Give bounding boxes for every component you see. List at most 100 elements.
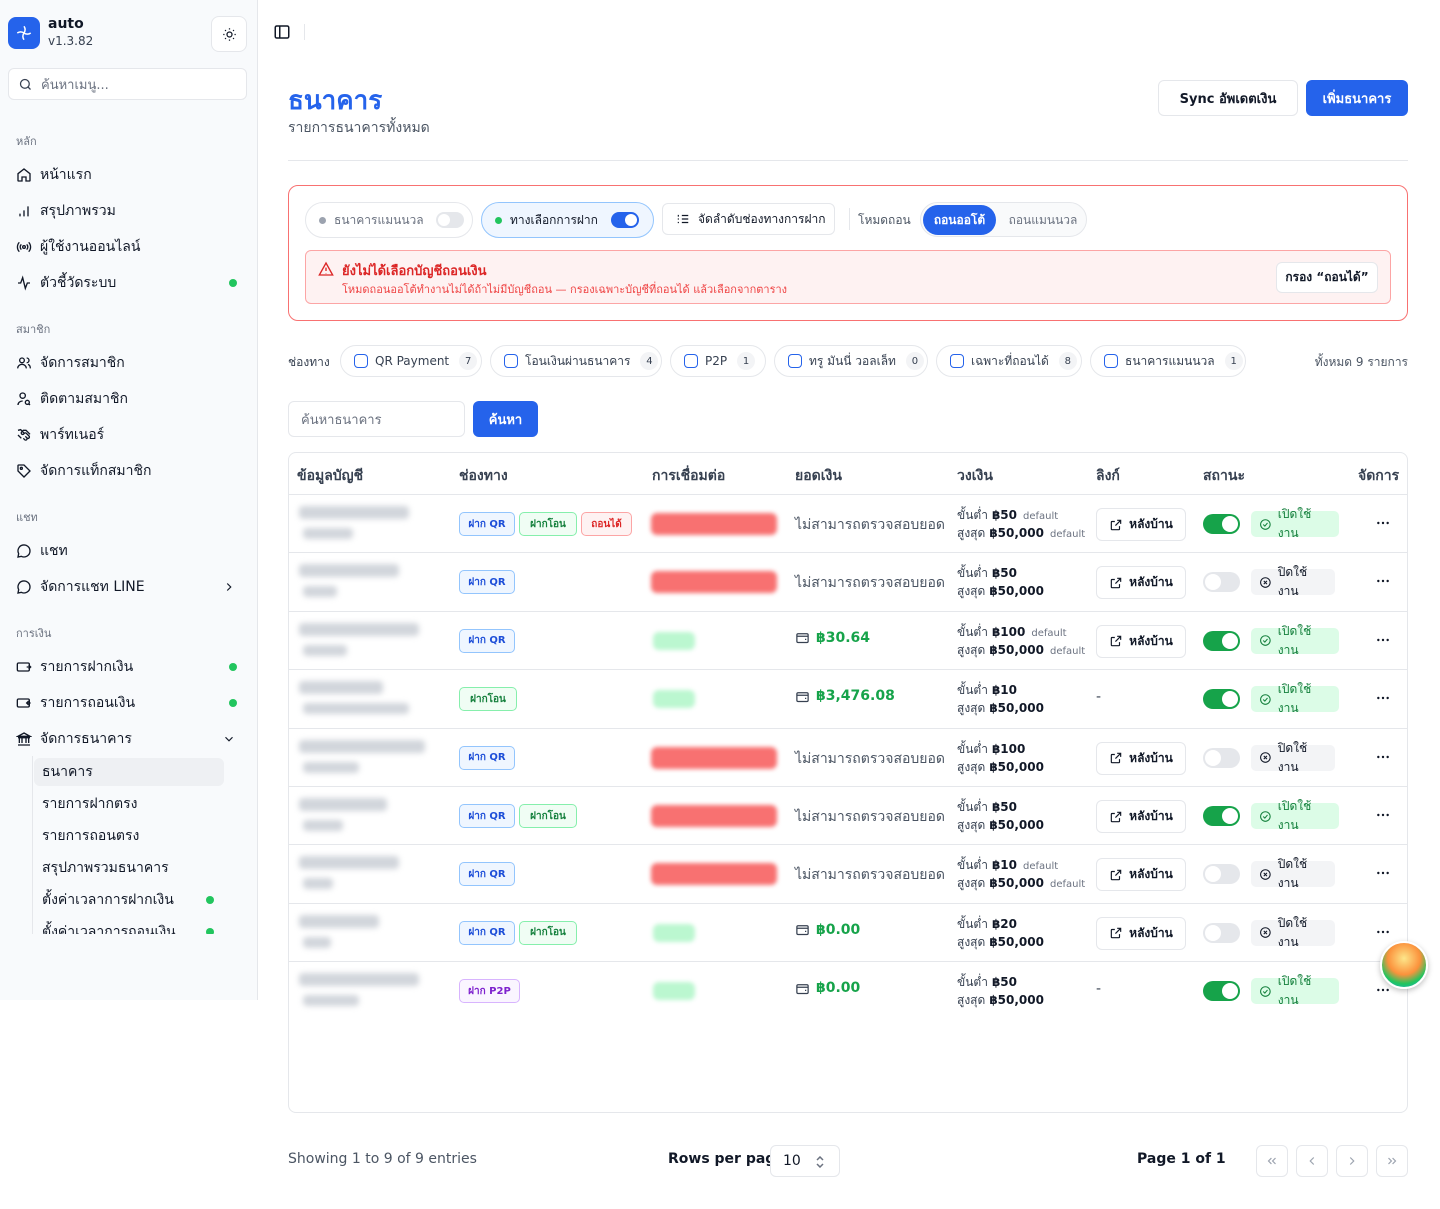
bank-active-switch[interactable]	[1203, 630, 1240, 651]
sync-balance-button[interactable]: Sync อัพเดตเงิน	[1158, 80, 1298, 116]
checkbox[interactable]	[788, 354, 802, 368]
row-actions-button[interactable]	[1373, 630, 1393, 650]
channel-filter-chip[interactable]: QR Payment 7	[340, 345, 482, 377]
withdraw-mode-auto[interactable]: ถอนออโต้	[923, 205, 996, 235]
checkbox[interactable]	[950, 354, 964, 368]
deposit-option-switch[interactable]	[610, 212, 639, 228]
limit-min-label: ขั้นต่ำ	[957, 916, 988, 931]
bank-active-switch[interactable]	[1203, 864, 1240, 885]
order-channels-button[interactable]: จัดลำดับช่องทางการฝาก	[662, 203, 835, 235]
checkbox[interactable]	[354, 354, 368, 368]
bank-submenu: ธนาคาร รายการฝากตรง รายการถอนตรง สรุปภาพ…	[32, 756, 232, 934]
first-page-button[interactable]	[1256, 1145, 1288, 1177]
checkbox[interactable]	[504, 354, 518, 368]
sidebar-item-overview[interactable]: สรุปภาพรวม	[8, 195, 248, 227]
add-bank-button[interactable]: เพิ่มธนาคาร	[1306, 80, 1408, 116]
backend-link-label: หลังบ้าน	[1129, 750, 1173, 765]
sidebar-item-withdrawals[interactable]: รายการถอนเงิน	[8, 687, 248, 719]
wallet-icon	[796, 691, 809, 702]
no-link: -	[1096, 981, 1102, 998]
backend-link-label: หลังบ้าน	[1129, 517, 1173, 531]
previous-page-button[interactable]	[1296, 1145, 1328, 1177]
limit-min-label: ขั้นต่ำ	[957, 683, 988, 698]
bank-search-input[interactable]	[301, 410, 451, 430]
brand-name: auto	[48, 16, 84, 32]
theme-toggle-button[interactable]	[211, 16, 247, 52]
more-horizontal-icon	[1377, 521, 1389, 525]
search-button[interactable]: ค้นหา	[473, 401, 538, 437]
limit-max-value: ฿50,000	[989, 701, 1044, 716]
sidebar-item-partners[interactable]: พาร์ทเนอร์	[8, 419, 248, 451]
row-actions-button[interactable]	[1373, 863, 1393, 883]
submenu-item-label: ตั้งค่าเวลาการฝากเงิน	[42, 892, 174, 908]
sidebar-item-home[interactable]: หน้าแรก	[8, 159, 248, 191]
bank-active-switch[interactable]	[1203, 922, 1240, 943]
rows-per-page-label: Rows per page	[668, 1151, 785, 1167]
connection-status-redacted	[653, 631, 695, 650]
deposit-option-toggle[interactable]: ทางเลือกการฝาก	[481, 202, 654, 238]
manual-bank-label: ธนาคารแมนนวล	[334, 212, 424, 227]
channel-tag: ฝากโอน	[519, 920, 577, 945]
backend-link-button[interactable]: หลังบ้าน	[1096, 566, 1186, 600]
toggle-sidebar-button[interactable]	[272, 22, 292, 42]
sidebar-item-deposits[interactable]: รายการฝากเงิน	[8, 651, 248, 683]
submenu-item-banks[interactable]: ธนาคาร	[34, 758, 224, 786]
backend-link-button[interactable]: หลังบ้าน	[1096, 858, 1186, 892]
next-page-button[interactable]	[1336, 1145, 1368, 1177]
balance-value: ฿3,476.08	[816, 688, 895, 705]
bank-active-switch[interactable]	[1203, 806, 1240, 826]
row-actions-button[interactable]	[1373, 805, 1393, 825]
backend-link-button[interactable]: หลังบ้าน	[1096, 741, 1186, 775]
channel-filter-chip[interactable]: เฉพาะที่ถอนได้ 8	[936, 345, 1082, 377]
channel-filter-chip[interactable]: ธนาคารแมนนวล 1	[1090, 345, 1246, 377]
external-link-icon	[1110, 869, 1122, 881]
manual-bank-switch[interactable]	[435, 212, 464, 228]
sidebar-item-online-users[interactable]: ผู้ใช้งานออนไลน์	[8, 231, 248, 263]
backend-link-button[interactable]: หลังบ้าน	[1096, 800, 1186, 833]
bank-active-switch[interactable]	[1203, 689, 1240, 710]
status-badge: เปิดใช้งาน	[1251, 799, 1339, 832]
bank-active-switch[interactable]	[1203, 747, 1240, 768]
submenu-item-bank-summary[interactable]: สรุปภาพรวมธนาคาร	[34, 854, 224, 882]
backend-link-button[interactable]: หลังบ้าน	[1096, 624, 1186, 658]
submenu-item-direct-withdrawals[interactable]: รายการถอนตรง	[34, 822, 224, 850]
last-page-button[interactable]	[1376, 1145, 1408, 1177]
bank-active-switch[interactable]	[1203, 572, 1240, 593]
rows-per-page-select[interactable]: 10	[770, 1145, 840, 1177]
submenu-item-direct-deposits[interactable]: รายการฝากตรง	[34, 790, 224, 818]
floating-avatar-button[interactable]	[1380, 941, 1428, 989]
backend-link-label: หลังบ้าน	[1129, 633, 1173, 648]
row-actions-button[interactable]	[1373, 922, 1393, 942]
limit-max-label: สูงสุด	[957, 876, 986, 891]
row-actions-button[interactable]	[1373, 747, 1393, 767]
balance-value: ฿0.00	[816, 921, 861, 938]
row-actions-button[interactable]	[1373, 513, 1393, 533]
sidebar-item-member-tags[interactable]: จัดการแท็กสมาชิก	[8, 455, 248, 487]
submenu-item-withdraw-times[interactable]: ตั้งค่าเวลาการถอนเงิน	[34, 918, 224, 934]
sidebar-item-chat[interactable]: แชท	[8, 535, 248, 567]
status-label: เปิดใช้งาน	[1277, 682, 1312, 716]
sidebar-item-manage-banks[interactable]: จัดการธนาคาร	[8, 723, 248, 755]
sidebar-item-manage-members[interactable]: จัดการสมาชิก	[8, 347, 248, 379]
checkbox[interactable]	[1104, 354, 1118, 368]
channel-filter-chip[interactable]: P2P 1	[670, 345, 766, 377]
sidebar-item-line-chat[interactable]: จัดการแชท LINE	[8, 571, 248, 603]
manual-bank-toggle[interactable]: ธนาคารแมนนวล	[305, 202, 473, 238]
checkbox[interactable]	[684, 354, 698, 368]
bank-active-switch[interactable]	[1203, 981, 1240, 1002]
row-actions-button[interactable]	[1373, 688, 1393, 708]
row-actions-button[interactable]	[1373, 571, 1393, 591]
channel-filter-count: 1	[1224, 352, 1243, 370]
bank-active-switch[interactable]	[1203, 514, 1240, 534]
filter-withdrawable-button[interactable]: กรอง “ถอนได้”	[1276, 262, 1378, 293]
backend-link-button[interactable]: หลังบ้าน	[1096, 916, 1186, 950]
menu-search-input[interactable]	[41, 75, 241, 95]
channel-filter-chip[interactable]: โอนเงินผ่านธนาคาร 4	[490, 345, 662, 377]
channel-filter-chip[interactable]: ทรู มันนี่ วอลเล็ท 0	[774, 345, 928, 377]
warning-title: ยังไม่ได้เลือกบัญชีถอนเงิน	[342, 264, 487, 279]
sidebar-item-track-members[interactable]: ติดตามสมาชิก	[8, 383, 248, 415]
submenu-item-deposit-times[interactable]: ตั้งค่าเวลาการฝากเงิน	[34, 886, 224, 914]
withdraw-mode-manual[interactable]: ถอนแมนนวล	[1001, 205, 1085, 235]
sidebar-item-system-metrics[interactable]: ตัวชี้วัดระบบ	[8, 267, 248, 299]
backend-link-button[interactable]: หลังบ้าน	[1096, 508, 1186, 541]
